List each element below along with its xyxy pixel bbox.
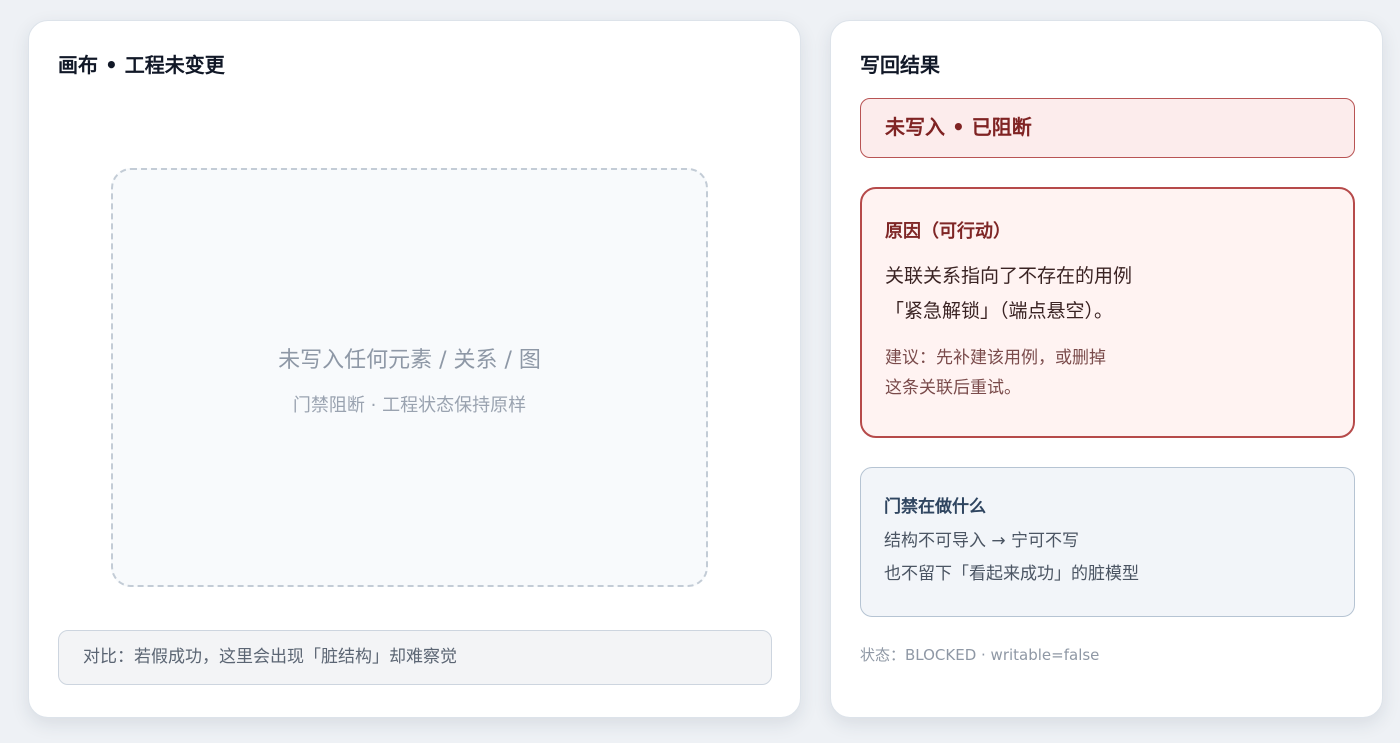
canvas-title: 画布 • 工程未变更 [58,53,225,77]
reason-suggestion: 建议：先补建该用例，或删掉 这条关联后重试。 [885,343,1106,403]
reason-description: 关联关系指向了不存在的用例 「紧急解锁」（端点悬空）。 [885,259,1132,329]
gate-line: 也不留下「看起来成功」的脏模型 [884,564,1139,584]
reason-line: 「紧急解锁」（端点悬空）。 [885,300,1114,322]
empty-canvas-area: 未写入任何元素 / 关系 / 图 门禁阻断 · 工程状态保持原样 [111,168,708,587]
suggestion-line: 这条关联后重试。 [885,378,1021,398]
state-readout: 状态：BLOCKED · writable=false [860,646,1100,664]
comparison-note: 对比：若假成功，这里会出现「脏结构」却难察觉 [58,630,772,685]
reason-title: 原因（可行动） [885,221,1011,242]
empty-canvas-message: 未写入任何元素 / 关系 / 图 [278,348,541,373]
result-title: 写回结果 [860,53,940,77]
reason-card: 原因（可行动） 关联关系指向了不存在的用例 「紧急解锁」（端点悬空）。 建议：先… [860,187,1355,438]
gate-info-card: 门禁在做什么 结构不可导入 → 宁可不写 也不留下「看起来成功」的脏模型 [860,467,1355,617]
reason-line: 关联关系指向了不存在的用例 [885,265,1133,287]
gate-line: 结构不可导入 → 宁可不写 [884,531,1080,551]
canvas-panel: 画布 • 工程未变更 未写入任何元素 / 关系 / 图 门禁阻断 · 工程状态保… [28,20,801,718]
suggestion-line: 建议：先补建该用例，或删掉 [885,348,1106,368]
result-panel: 写回结果 未写入 • 已阻断 原因（可行动） 关联关系指向了不存在的用例 「紧急… [830,20,1383,718]
gate-description: 结构不可导入 → 宁可不写 也不留下「看起来成功」的脏模型 [884,525,1139,591]
gate-title: 门禁在做什么 [884,497,986,517]
status-badge: 未写入 • 已阻断 [860,98,1355,158]
empty-canvas-subtitle: 门禁阻断 · 工程状态保持原样 [292,395,527,416]
